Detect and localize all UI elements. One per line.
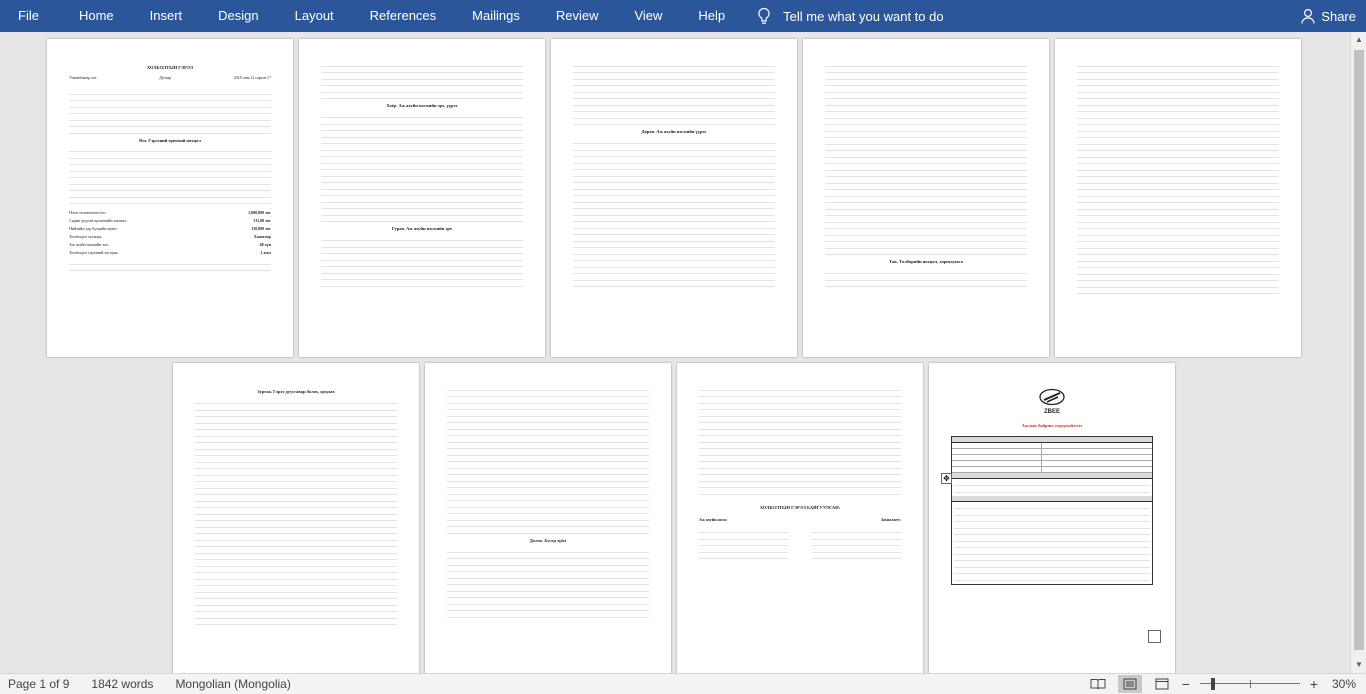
print-layout-button[interactable] <box>1117 675 1142 693</box>
zbee-logo-icon <box>1039 389 1065 406</box>
form-title: Ажлын байрны тодорхойлолт <box>1021 423 1083 429</box>
scroll-up-arrow-icon[interactable]: ▲ <box>1351 32 1366 48</box>
status-bar: Page 1 of 9 1842 words Mongolian (Mongol… <box>0 673 1366 694</box>
signer-right: Захиалагч: <box>880 517 901 523</box>
document-date: 2018 оны 12 сарын 17 <box>233 74 271 80</box>
page-1[interactable]: ХОЛБОЛТЫН ГЭРЭЭ Улаанбаатар хот Дугаар 2… <box>47 39 293 357</box>
document-title: ХОЛБОЛТЫН ГЭРЭЭ <box>146 65 194 71</box>
page-7[interactable]: Долоо. Бусад зүйл <box>425 363 671 673</box>
share-button[interactable]: Share <box>1301 0 1356 32</box>
tab-home[interactable]: Home <box>61 0 132 32</box>
zoom-slider-center-mark <box>1249 680 1251 688</box>
spec-value: 1 жил <box>260 250 271 255</box>
section3-heading: Гурав. Аж ахуйн нэгжийн эрх <box>391 226 453 232</box>
tab-help[interactable]: Help <box>680 0 743 32</box>
read-mode-button[interactable] <box>1086 675 1110 693</box>
page-8[interactable]: ХОЛБОЛТЫН ГЭРЭЭ БАЙГУУЛСАН: Аж ахуйн нэг… <box>677 363 923 673</box>
tab-insert[interactable]: Insert <box>132 0 201 32</box>
page-4[interactable]: Тав. Төлбөрийн нөхцөл, хариуцлага <box>803 39 1049 357</box>
share-label: Share <box>1321 8 1356 24</box>
spec-value: Хоногоор <box>253 234 271 240</box>
tab-mailings[interactable]: Mailings <box>454 0 538 32</box>
tab-review[interactable]: Review <box>538 0 617 32</box>
scroll-down-arrow-icon[interactable]: ▼ <box>1351 657 1366 673</box>
spec-label: Нийтийн дэд бүтцийн өртөг: <box>69 226 118 232</box>
vertical-scrollbar[interactable]: ▲ ▼ <box>1350 32 1366 673</box>
tab-layout[interactable]: Layout <box>277 0 352 32</box>
tab-references[interactable]: References <box>352 0 454 32</box>
job-table <box>951 435 1153 585</box>
word-count[interactable]: 1842 words <box>91 677 153 691</box>
signer-left: Аж ахуйн нэгж: <box>699 517 728 523</box>
table-move-handle[interactable]: ✥ <box>941 473 952 484</box>
logo-text: ZBEE <box>1043 408 1060 415</box>
section7-heading: Долоо. Бусад зүйл <box>529 537 567 543</box>
zbee-logo: ZBEE <box>951 388 1153 415</box>
zoom-in-button[interactable]: + <box>1306 676 1322 692</box>
table-resize-handle[interactable] <box>1148 630 1161 643</box>
ribbon-menu-bar: File Home Insert Design Layout Reference… <box>0 0 1366 32</box>
web-layout-button[interactable] <box>1150 675 1174 693</box>
web-layout-icon <box>1155 678 1169 690</box>
tell-me-text: Tell me what you want to do <box>783 8 944 24</box>
page-5[interactable] <box>1055 39 1301 357</box>
zoom-slider[interactable] <box>1199 677 1300 691</box>
tab-file[interactable]: File <box>0 0 61 32</box>
person-icon <box>1301 8 1315 24</box>
tell-me-search[interactable]: Tell me what you want to do <box>743 7 944 25</box>
page-2[interactable]: Хоёр. Аж ахуйн нэгжийн эрх, үүрэг Гурав.… <box>299 39 545 357</box>
read-mode-icon <box>1090 679 1106 690</box>
zoom-slider-knob[interactable] <box>1210 678 1215 690</box>
spec-value: 1,000,000 төг <box>248 210 271 216</box>
document-canvas[interactable]: ХОЛБОЛТЫН ГЭРЭЭ Улаанбаатар хот Дугаар 2… <box>0 32 1350 673</box>
page-3[interactable]: Дөрөв. Аж ахуйн нэгжийн үүрэг <box>551 39 797 357</box>
spec-label: Сарын үндсэн цалингийн хэмжээ: <box>69 218 128 224</box>
print-layout-icon <box>1123 678 1137 690</box>
spec-value: 40 хүн <box>259 242 271 248</box>
spec-label: Аж ахуйн нэгжийн тоо: <box>69 242 110 248</box>
zoom-level[interactable]: 30% <box>1322 677 1366 691</box>
page-9[interactable]: ZBEE Ажлын байрны тодорхойлолт ✥ <box>929 363 1175 673</box>
section5-heading: Тав. Төлбөрийн нөхцөл, хариуцлага <box>889 259 963 265</box>
page-count[interactable]: Page 1 of 9 <box>8 677 69 691</box>
zoom-out-button[interactable]: − <box>1178 676 1194 692</box>
spec-value: 311,00 төг <box>253 218 271 224</box>
tab-design[interactable]: Design <box>200 0 276 32</box>
spec-value: 110,000 төг <box>251 226 271 232</box>
language-indicator[interactable]: Mongolian (Mongolia) <box>175 677 290 691</box>
signature-heading: ХОЛБОЛТЫН ГЭРЭЭ БАЙГУУЛСАН: <box>759 504 841 510</box>
lightbulb-icon <box>758 7 770 24</box>
section2-heading: Хоёр. Аж ахуйн нэгжийн эрх, үүрэг <box>386 103 458 109</box>
section1-heading: Нэг. Гэрээний ерөнхий нөхцөл <box>139 137 201 143</box>
section4-heading: Дөрөв. Аж ахуйн нэгжийн үүрэг <box>641 129 707 135</box>
spec-label: Нэгж төлөвлөсөн тоо: <box>69 210 107 216</box>
document-place: Улаанбаатар хот <box>69 74 97 80</box>
spec-label: Холбогдох хугацаа: <box>69 234 103 240</box>
scroll-thumb[interactable] <box>1354 50 1364 650</box>
document-number: Дугаар <box>159 74 172 80</box>
page-6[interactable]: Зургаа. Гэрээ дуусгавар болох, цуцлах <box>173 363 419 673</box>
section6-heading: Зургаа. Гэрээ дуусгавар болох, цуцлах <box>257 389 335 395</box>
tab-view[interactable]: View <box>616 0 680 32</box>
spec-label: Холбогдох гэрээний хугацаа: <box>69 250 119 255</box>
